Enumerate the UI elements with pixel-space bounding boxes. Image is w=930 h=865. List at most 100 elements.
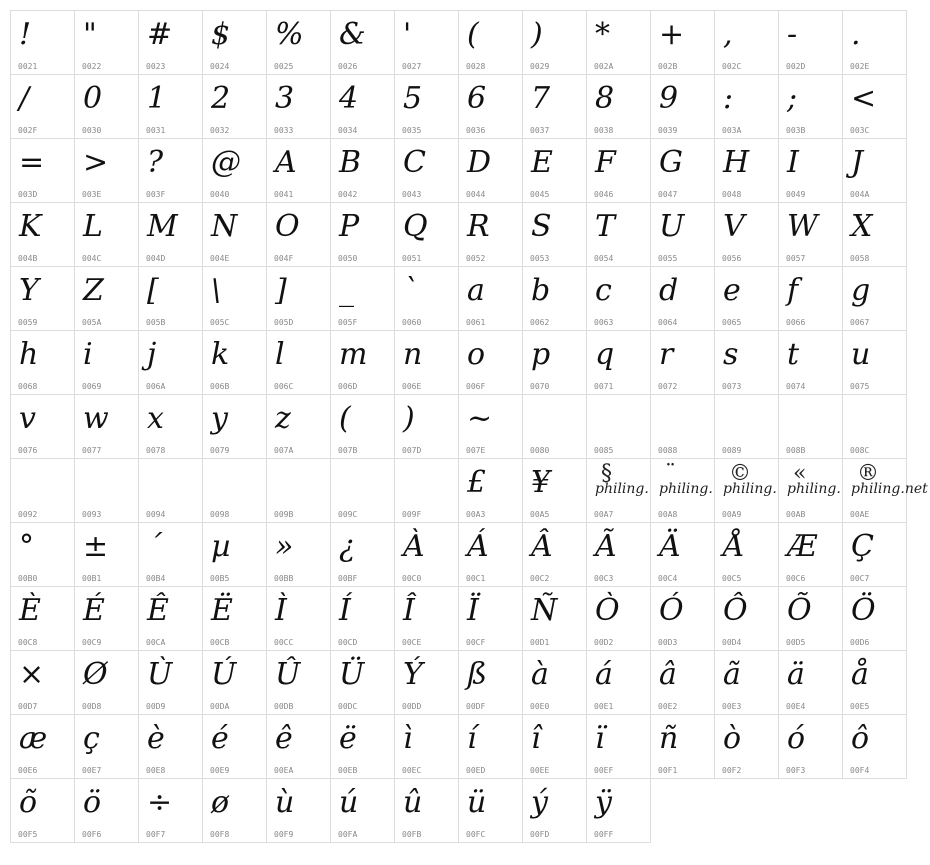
glyph-codepoint: 0022 (82, 62, 102, 71)
glyph-codepoint: 00B4 (146, 574, 166, 583)
glyph-cell: ~007E (458, 394, 523, 459)
glyph-cell: u 0075 (842, 330, 907, 395)
glyph-char: < (851, 81, 877, 116)
glyph-cell: ý 00FD (522, 778, 587, 843)
glyph-cell: I 0049 (778, 138, 843, 203)
glyph-char: Í (339, 593, 351, 628)
glyph-cell: Ñ 00D1 (522, 586, 587, 651)
glyph-codepoint: 003D (18, 190, 38, 199)
glyph-codepoint: 00D9 (146, 702, 166, 711)
glyph-cell: e 0065 (714, 266, 779, 331)
glyph-cell: Ç 00C7 (842, 522, 907, 587)
glyph-char: Ö (851, 593, 876, 628)
glyph-char: E (531, 145, 553, 180)
glyph-codepoint: 0071 (594, 382, 614, 391)
glyph-char: s (723, 337, 739, 372)
glyph-codepoint: 00EF (594, 766, 614, 775)
glyph-codepoint: 0032 (210, 126, 230, 135)
glyph-char: m (339, 337, 368, 372)
glyph-codepoint: 0043 (402, 190, 422, 199)
glyph-cell: ü 00FC (458, 778, 523, 843)
glyph-char: w (83, 401, 109, 436)
glyph-cell: Ò 00D2 (586, 586, 651, 651)
glyph-codepoint: 0048 (722, 190, 742, 199)
glyph-char: É (83, 593, 105, 628)
glyph-char: _ (339, 273, 354, 308)
glyph-cell: £00A3 (458, 458, 523, 523)
glyph-cell: R 0052 (458, 202, 523, 267)
glyph-char: Ü (339, 657, 365, 692)
glyph-cell: 5 0035 (394, 74, 459, 139)
glyph-cell: Ë 00CB (202, 586, 267, 651)
glyph-char: ã (723, 657, 741, 692)
glyph-codepoint: 0078 (146, 446, 166, 455)
glyph-codepoint: 00CA (146, 638, 166, 647)
glyph-codepoint: 00A8 (658, 510, 678, 519)
glyph-cell: å 00E5 (842, 650, 907, 715)
glyph-cell: 2 0032 (202, 74, 267, 139)
glyph-cell: á 00E1 (586, 650, 651, 715)
glyph-codepoint: 006A (146, 382, 166, 391)
glyph-codepoint: 00CC (274, 638, 294, 647)
glyph-char: 8 (595, 81, 615, 116)
glyph-codepoint: 0021 (18, 62, 38, 71)
glyph-char: 6 (467, 81, 487, 116)
glyph-char: 4 (339, 81, 359, 116)
glyph-char: ý (531, 785, 548, 820)
glyph-cell: M 004D (138, 202, 203, 267)
glyph-cell: c 0063 (586, 266, 651, 331)
glyph-cell: Q 0051 (394, 202, 459, 267)
glyph-cell: Y 0059 (10, 266, 75, 331)
glyph-codepoint: 0069 (82, 382, 102, 391)
glyph-char: I (787, 145, 799, 180)
glyph-char: È (19, 593, 41, 628)
glyph-cell: è 00E8 (138, 714, 203, 779)
glyph-cell: È 00C8 (10, 586, 75, 651)
glyph-char: J (851, 145, 864, 180)
glyph-char: X (851, 209, 873, 244)
glyph-char: Z (83, 273, 104, 308)
glyph-codepoint: 006E (402, 382, 422, 391)
glyph-cell: Î 00CE (394, 586, 459, 651)
glyph-cell: 0085 (586, 394, 651, 459)
glyph-codepoint: 00E4 (786, 702, 806, 711)
glyph-char: ô (851, 721, 870, 756)
glyph-codepoint: 00CF (466, 638, 486, 647)
glyph-cell: Z 005A (74, 266, 139, 331)
glyph-cell: S 0053 (522, 202, 587, 267)
glyph-char: ´ (147, 529, 162, 564)
glyph-codepoint: 00E6 (18, 766, 38, 775)
glyph-codepoint: 0074 (786, 382, 806, 391)
glyph-codepoint: 00E1 (594, 702, 614, 711)
glyph-cell: Å 00C5 (714, 522, 779, 587)
glyph-cell: V 0056 (714, 202, 779, 267)
glyph-cell: û 00FB (394, 778, 459, 843)
glyph-codepoint: 006C (274, 382, 294, 391)
glyph-cell: 009B (266, 458, 331, 523)
glyph-codepoint: 0031 (146, 126, 166, 135)
glyph-codepoint: 0024 (210, 62, 230, 71)
glyph-codepoint: 006D (338, 382, 358, 391)
glyph-char: õ (19, 785, 38, 820)
glyph-codepoint: 00F9 (274, 830, 294, 839)
glyph-row: õ 00F5 ö 00F6 ÷ 00F7 ø 00F8 ù 00F9 ú 00FA û 00FB ü 00FC… (10, 778, 930, 843)
glyph-cell: @0040 (202, 138, 267, 203)
glyph-cell: >003E (74, 138, 139, 203)
glyph-codepoint: 002B (658, 62, 678, 71)
glyph-char: ( (339, 401, 351, 436)
glyph-char: [ (147, 273, 159, 308)
glyph-char: > (83, 145, 109, 180)
glyph-cell: 6 0036 (458, 74, 523, 139)
glyph-codepoint: 00E8 (146, 766, 166, 775)
glyph-cell: «philing.net 00AB (778, 458, 864, 523)
glyph-codepoint: 00DC (338, 702, 358, 711)
glyph-cell: µ 00B5 (202, 522, 267, 587)
glyph-char: g (851, 273, 871, 308)
glyph-codepoint: 0054 (594, 254, 614, 263)
glyph-cell: U 0055 (650, 202, 715, 267)
glyph-codepoint: 00AE (850, 510, 870, 519)
glyph-char: : (723, 81, 734, 116)
glyph-codepoint: 0058 (850, 254, 870, 263)
glyph-cell: ¿ 00BF (330, 522, 395, 587)
glyph-cell: ; 003B (778, 74, 843, 139)
